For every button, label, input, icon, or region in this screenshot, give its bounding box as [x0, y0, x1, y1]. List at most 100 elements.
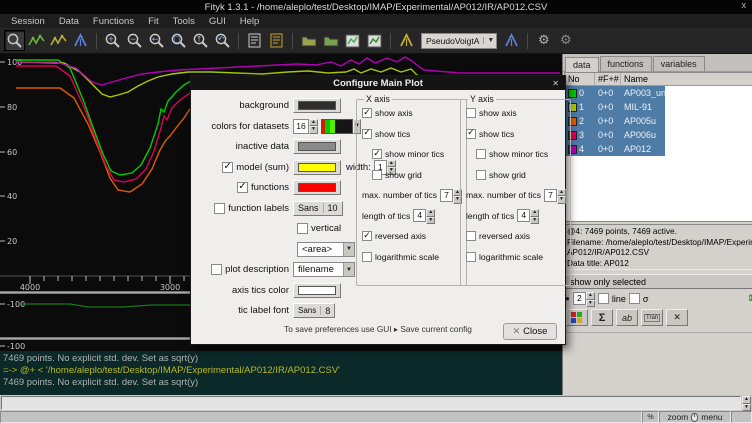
command-input[interactable] [1, 396, 741, 410]
dataset-colors-count-stepper[interactable]: 16 ▲▼ [293, 119, 318, 134]
function-labels-checkbox[interactable] [214, 203, 225, 214]
y-axis-length-of-tics-arrows[interactable]: ▲▼ [530, 209, 539, 222]
sigma-checkbox[interactable] [629, 293, 640, 304]
x-axis-max-number-of-tics-stepper[interactable]: 7▲▼ [440, 189, 462, 202]
y-axis-show-minor-tics-checkbox[interactable] [476, 149, 486, 159]
undo-fit-icon[interactable]: ⚙ [533, 30, 554, 51]
dataset-name: AP006u [621, 130, 665, 140]
delete-dataset-button[interactable]: ✕ [666, 309, 688, 326]
background-mode-icon[interactable] [48, 30, 69, 51]
x-axis-length-of-tics-stepper[interactable]: 4▲▼ [413, 209, 435, 222]
rename-dataset-button[interactable]: ab [616, 309, 638, 326]
run-fit-icon[interactable]: ⚙ [555, 30, 576, 51]
load-data-custom-icon[interactable] [320, 30, 341, 51]
model-color-button[interactable] [293, 160, 341, 175]
tic-label-font-button[interactable]: Sans 8 [293, 303, 335, 318]
y-axis-length-of-tics-stepper[interactable]: 4▲▼ [517, 209, 539, 222]
menu-help[interactable]: Help [233, 16, 267, 27]
y-axis-show-grid-checkbox[interactable] [476, 170, 486, 180]
auto-add-peak-icon[interactable] [396, 30, 417, 51]
menu-gui[interactable]: GUI [202, 16, 233, 27]
x-axis-show-grid-checkbox[interactable] [372, 170, 382, 180]
functions-color-button[interactable] [293, 180, 341, 195]
y-axis-show-axis-checkbox[interactable] [466, 108, 476, 118]
x-axis-show-tics-checkbox[interactable] [362, 129, 372, 139]
point-size-arrows[interactable]: ▲▼ [586, 292, 595, 305]
x-axis-length-of-tics-arrows[interactable]: ▲▼ [426, 209, 435, 222]
tab-variables[interactable]: variables [653, 56, 705, 71]
sum-datasets-button[interactable]: Σ [591, 309, 613, 326]
function-labels-font-button[interactable]: Sans 10 [293, 201, 343, 216]
x-axis-length-of-tics-value: 4 [413, 209, 426, 222]
plot-description-checkbox[interactable] [211, 264, 222, 275]
add-peak-mode-icon[interactable] [70, 30, 91, 51]
x-axis-logarithmic-scale-checkbox[interactable] [362, 252, 372, 262]
point-size-value: 2 [573, 292, 586, 305]
inactive-data-color-button[interactable] [293, 139, 341, 154]
model-sum-checkbox[interactable] [222, 162, 233, 173]
menu-data[interactable]: Data [52, 16, 86, 27]
x-axis-show-tics-row: show tics [362, 128, 462, 140]
add-peak-icon[interactable] [501, 30, 522, 51]
load-data-icon[interactable] [298, 30, 319, 51]
table-row[interactable]: 20+0AP005u [565, 114, 665, 128]
sigma-checkbox-label: σ [643, 294, 649, 304]
x-axis-show-axis-checkbox[interactable] [362, 108, 372, 118]
dialog-close-button[interactable]: ✕ Close [503, 323, 557, 340]
zoom-left-icon[interactable]: ← [146, 30, 167, 51]
zoom-previous-icon[interactable]: ↶ [212, 30, 233, 51]
y-axis-reversed-axis-checkbox[interactable] [466, 231, 476, 241]
x-axis-show-minor-tics-checkbox[interactable] [372, 149, 382, 159]
label-format-select[interactable]: <area> ▼ [297, 242, 355, 257]
session-log-icon[interactable] [266, 30, 287, 51]
color-grid-icon [571, 312, 583, 324]
zoom-in-icon[interactable]: + [102, 30, 123, 51]
window-close-button[interactable]: x [742, 0, 747, 10]
y-axis-max-number-of-tics-arrows[interactable]: ▲▼ [557, 189, 566, 202]
dataset-name: MIL-91 [621, 102, 665, 112]
label-format-arrow[interactable]: ▼ [343, 243, 354, 256]
table-row[interactable]: 30+0AP006u [565, 128, 665, 142]
zoom-up-icon[interactable]: ↑ [190, 30, 211, 51]
info-line: @4: 7469 points, 7469 active. [567, 226, 752, 237]
zoom-out-icon[interactable]: − [124, 30, 145, 51]
function-labels-label: function labels [228, 203, 289, 214]
menu-functions[interactable]: Functions [86, 16, 141, 27]
axis-tics-color-button[interactable] [293, 283, 341, 298]
tab-data[interactable]: data [565, 57, 599, 72]
edit-script-icon[interactable] [244, 30, 265, 51]
menu-session[interactable]: Session [4, 16, 52, 27]
dataset-filter-select[interactable]: show only selected ▼ [565, 274, 752, 289]
line-checkbox[interactable] [598, 293, 609, 304]
y-axis-max-number-of-tics-stepper[interactable]: 7▲▼ [544, 189, 566, 202]
x-axis-reversed-axis-checkbox[interactable] [362, 231, 372, 241]
coords-format-button[interactable]: % [642, 411, 659, 423]
table-row[interactable]: 10+0MIL-91 [565, 100, 665, 114]
zoom-mode-icon[interactable] [4, 30, 25, 51]
table-row[interactable]: 40+0AP012 [565, 142, 665, 156]
data-range-mode-icon[interactable] [26, 30, 47, 51]
save-image-alt-icon[interactable] [364, 30, 385, 51]
y-axis-show-tics-checkbox[interactable] [466, 129, 476, 139]
dataset-colors-button[interactable] [566, 309, 588, 326]
tab-functions[interactable]: functions [600, 56, 652, 71]
dataset-colors-count-arrows[interactable]: ▲▼ [309, 119, 318, 134]
history-arrows[interactable]: ▲▼ [742, 396, 751, 410]
background-color-button[interactable] [293, 98, 341, 113]
function-type-select[interactable]: PseudoVoigtA▼ [421, 33, 497, 49]
save-image-icon[interactable] [342, 30, 363, 51]
plot-description-select[interactable]: filename ▼ [293, 262, 355, 277]
table-row[interactable]: 00+0AP003_unwa... [565, 86, 665, 100]
vertical-checkbox[interactable] [297, 223, 308, 234]
zoom-fit-icon[interactable]: □ [168, 30, 189, 51]
functions-checkbox[interactable] [237, 182, 248, 193]
y-axis-logarithmic-scale-checkbox[interactable] [466, 252, 476, 262]
transform-data-button[interactable]: Tran [641, 309, 663, 326]
plot-description-arrow[interactable]: ▼ [343, 263, 354, 276]
history-stepper[interactable]: ▲▼ [742, 396, 751, 410]
menu-tools[interactable]: Tools [166, 16, 202, 27]
menu-fit[interactable]: Fit [141, 16, 166, 27]
toolbar-separator [527, 33, 528, 49]
dialog-close-icon[interactable]: ✕ [552, 79, 559, 88]
point-size-stepper[interactable]: 2 ▲▼ [573, 292, 595, 305]
